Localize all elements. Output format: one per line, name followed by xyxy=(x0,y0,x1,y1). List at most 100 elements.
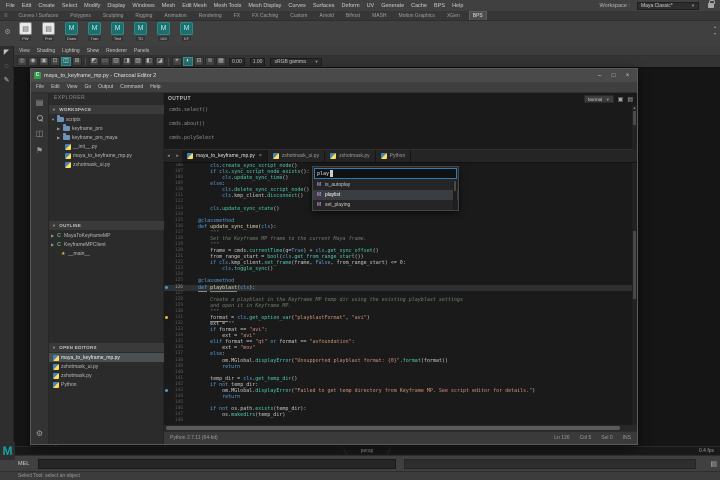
editor-horizontal-scrollbar[interactable] xyxy=(164,425,637,431)
scrollbar-thumb[interactable] xyxy=(633,231,636,299)
shelf-tab-animation[interactable]: Animation xyxy=(161,12,189,20)
marker-dot[interactable] xyxy=(165,389,168,392)
camera-attributes-icon[interactable]: ▣ xyxy=(39,57,49,66)
ssao-icon[interactable]: ≋ xyxy=(205,57,215,66)
maya-menu-mesh-display[interactable]: Mesh Display xyxy=(248,3,281,9)
marker-dot[interactable] xyxy=(165,316,168,319)
explorer-icon[interactable]: ▤ xyxy=(36,98,44,107)
shelf-tab-bps[interactable]: BPS xyxy=(469,11,487,20)
workspace-dropdown[interactable]: Maya Classic* ▼ xyxy=(637,2,699,10)
shelf-tab-xgen[interactable]: XGen xyxy=(444,12,463,20)
shelf-tab-curves-surfaces[interactable]: Curves / Surfaces xyxy=(16,12,62,20)
charcoal-menu-help[interactable]: Help xyxy=(150,84,160,90)
outline-item-mayatokeyframemp[interactable]: ▶CMayaToKeyframeMP xyxy=(49,231,164,240)
safe-title-icon[interactable]: ◪ xyxy=(155,57,165,66)
chevron-right-icon[interactable]: ▶ xyxy=(57,135,61,140)
shelf-menu-icon[interactable]: ≡ xyxy=(4,13,8,19)
marker-dot[interactable] xyxy=(165,286,168,289)
exposure-value[interactable]: 0.00 xyxy=(229,58,245,66)
minimize-button[interactable]: – xyxy=(593,71,606,81)
charcoal-menu-go[interactable]: Go xyxy=(84,84,91,90)
shelf-scroll-arrows[interactable]: ▴▾ xyxy=(714,22,718,36)
workspace-item-keyframe-pro-maya[interactable]: ▶keyframe_pro_maya xyxy=(49,133,164,142)
maya-menu-edit[interactable]: Edit xyxy=(22,3,31,9)
code-line[interactable] xyxy=(186,418,637,424)
workspace-item-zshotmask-ui-py[interactable]: zshotmask_ui.py xyxy=(49,160,164,169)
camera-select-icon[interactable]: ◎ xyxy=(17,57,27,66)
image-plane-icon[interactable]: ◫ xyxy=(61,57,71,66)
mel-label[interactable]: MEL xyxy=(18,461,34,467)
maya-menu-cache[interactable]: Cache xyxy=(411,3,427,9)
shadows-icon[interactable]: ⊟ xyxy=(194,57,204,66)
shelf-button-test[interactable]: MTest xyxy=(107,22,128,45)
tab-maya-to-keyframe-mp-py[interactable]: maya_to_keyframe_mp.py× xyxy=(182,150,268,162)
maya-menu-edit-mesh[interactable]: Edit Mesh xyxy=(182,3,206,9)
shelf-tab-rigging[interactable]: Rigging xyxy=(132,12,155,20)
outline-item-main[interactable]: ★__main__ xyxy=(49,249,164,258)
close-tab-icon[interactable]: × xyxy=(259,153,262,159)
maya-menu-mesh-tools[interactable]: Mesh Tools xyxy=(214,3,242,9)
shelf-tab-motion-graphics[interactable]: Motion Graphics xyxy=(396,12,438,20)
close-button[interactable]: × xyxy=(621,71,634,81)
scrollbar-thumb[interactable] xyxy=(454,181,456,191)
shelf-button-draw[interactable]: MDraw xyxy=(61,22,82,45)
workspace-item-maya-to-keyframe-mp-py[interactable]: maya_to_keyframe_mp.py xyxy=(49,151,164,160)
open-editor-item-zshotmask-py[interactable]: zshotmask.py xyxy=(49,371,164,380)
maya-menu-display[interactable]: Display xyxy=(107,3,125,9)
open-editor-item-maya-to-keyframe-mp-py[interactable]: maya_to_keyframe_mp.py xyxy=(49,353,164,362)
film-gate-icon[interactable]: ▭ xyxy=(100,57,110,66)
script-editor-icon[interactable]: ▤ xyxy=(710,460,717,468)
gate-mask-icon[interactable]: ◨ xyxy=(122,57,132,66)
charcoal-menu-file[interactable]: File xyxy=(36,84,44,90)
open-editor-item-zshotmask-ui-py[interactable]: zshotmask_ui.py xyxy=(49,362,164,371)
maya-menu-select[interactable]: Select xyxy=(62,3,77,9)
panel-menu-show[interactable]: Show xyxy=(87,48,100,54)
autocomplete-item-is-autoplay[interactable]: Mis_autoplay xyxy=(313,180,458,190)
tab-python[interactable]: Python xyxy=(376,150,412,162)
tab-nav-back-icon[interactable]: ◂ xyxy=(164,150,173,162)
select-tool-icon[interactable]: ◤ xyxy=(4,49,9,57)
chevron-down-icon[interactable]: ▼ xyxy=(51,117,55,122)
maya-menu-create[interactable]: Create xyxy=(38,3,55,9)
maya-menu-windows[interactable]: Windows xyxy=(132,3,154,9)
autocomplete-item-playlist[interactable]: Mplaylist xyxy=(313,190,458,200)
maya-menu-uv[interactable]: UV xyxy=(367,3,375,9)
autocomplete-scrollbar[interactable] xyxy=(453,180,457,210)
shelf-tab-polygons[interactable]: Polygons xyxy=(67,12,94,20)
workspace-item-keyframe-pro[interactable]: ▶keyframe_pro xyxy=(49,124,164,133)
charcoal-menu-view[interactable]: View xyxy=(67,84,78,90)
clear-output-icon[interactable]: ▤ xyxy=(627,96,633,103)
output-mode-dropdown[interactable]: Normal ▼ xyxy=(584,95,614,103)
shelf-button-td[interactable]: MTD xyxy=(130,22,151,45)
settings-gear-icon[interactable]: ⚙ xyxy=(36,429,43,438)
panel-menu-shading[interactable]: Shading xyxy=(37,48,55,54)
output-scrollbar[interactable]: ▲ xyxy=(632,105,637,150)
maya-menu-file[interactable]: File xyxy=(6,3,15,9)
shelf-button-pref[interactable]: ▤Pref xyxy=(38,22,59,45)
mel-command-input[interactable] xyxy=(38,459,396,469)
lasso-tool-icon[interactable]: ◌ xyxy=(4,63,8,71)
charcoal-menu-edit[interactable]: Edit xyxy=(51,84,60,90)
gamma-value[interactable]: 1.00 xyxy=(250,58,266,66)
window-titlebar[interactable]: C maya_to_keyframe_mp.py - Charcoal Edit… xyxy=(31,69,637,82)
autocomplete-item-set-playing[interactable]: Mset_playing xyxy=(313,200,458,210)
shelf-button-pw[interactable]: ▤PW xyxy=(15,22,36,45)
workspace-lock-icon[interactable] xyxy=(708,3,714,8)
camera-name[interactable]: persp xyxy=(361,448,374,454)
tab-zshotmask-ui-py[interactable]: zshotmask_ui.py xyxy=(268,150,325,162)
shelf-tab-mash[interactable]: MASH xyxy=(369,12,389,20)
editor-vertical-scrollbar[interactable] xyxy=(632,163,637,425)
outline-item-keyframempclient[interactable]: ▶CKeyframeMPClient xyxy=(49,240,164,249)
open-editor-item-python[interactable]: Python xyxy=(49,380,164,389)
charcoal-menu-output[interactable]: Output xyxy=(98,84,113,90)
resolution-gate-icon[interactable]: ▥ xyxy=(111,57,121,66)
search-icon[interactable] xyxy=(37,115,43,121)
shelf-tab-bifrost[interactable]: Bifrost xyxy=(343,12,363,20)
panel-menu-lighting[interactable]: Lighting xyxy=(62,48,80,54)
open-editors-section-header[interactable]: ▼ OPEN EDITORS xyxy=(49,343,164,352)
shelf-editor-gear-icon[interactable]: ⚙ xyxy=(2,22,13,42)
two-d-pan-zoom-icon[interactable]: ⊞ xyxy=(72,57,82,66)
colorspace-dropdown[interactable]: sRGB gamma▼ xyxy=(270,58,322,66)
maya-menu-deform[interactable]: Deform xyxy=(342,3,360,9)
shelf-tab-sculpting[interactable]: Sculpting xyxy=(100,12,127,20)
